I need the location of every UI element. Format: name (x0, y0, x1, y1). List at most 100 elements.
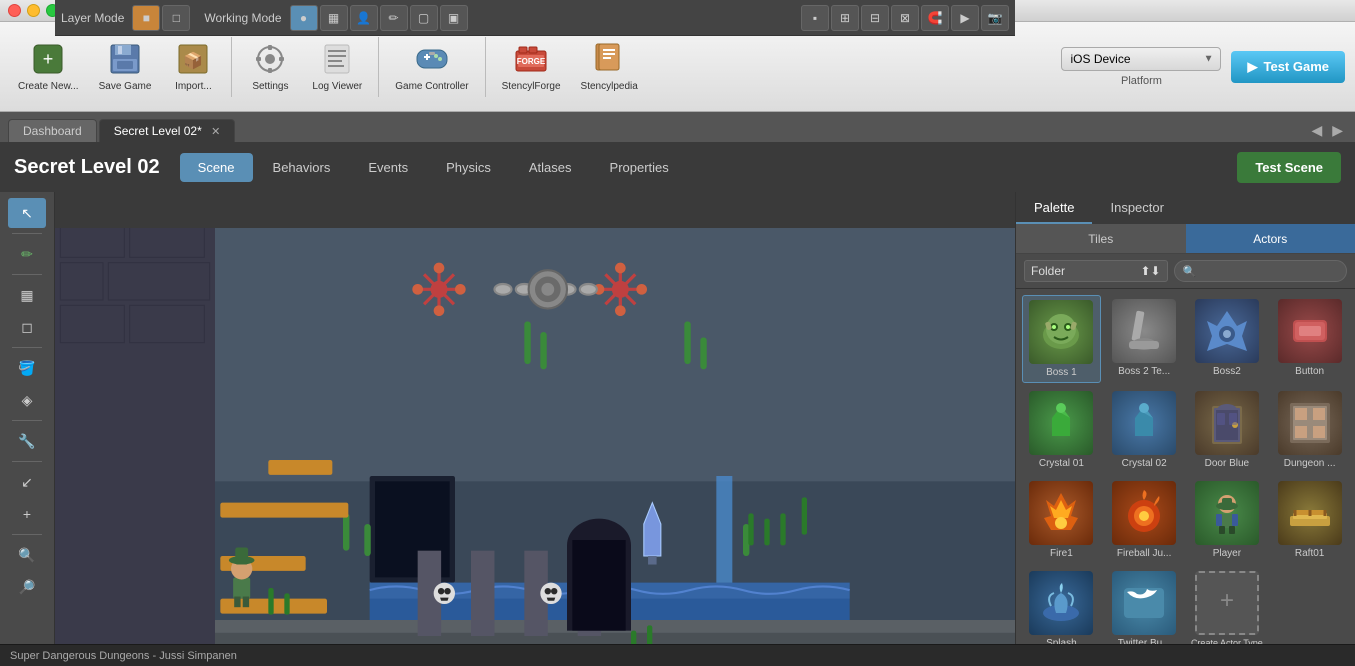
canvas-view-btn2[interactable]: ⊞ (831, 5, 859, 31)
canvas-view-btn3[interactable]: ⊟ (861, 5, 889, 31)
tab-prev-icon[interactable]: ◀ (1307, 122, 1326, 139)
tool-shape[interactable]: ◻ (8, 312, 46, 342)
tool-eraser[interactable]: ◈ (8, 385, 46, 415)
layer-mode-buttons: ■ □ (132, 5, 190, 31)
svg-text:FORGE: FORGE (517, 57, 546, 66)
search-input[interactable] (1200, 264, 1280, 278)
panel-tab-palette[interactable]: Palette (1016, 192, 1092, 224)
settings-label: Settings (252, 81, 288, 92)
game-controller-label: Game Controller (395, 81, 468, 92)
close-button[interactable] (8, 4, 21, 17)
canvas-cam-btn[interactable]: 📷 (981, 5, 1009, 31)
toolbar-sep-2 (378, 37, 379, 97)
tab-secret-level[interactable]: Secret Level 02* ✕ (99, 119, 236, 142)
actor-item-fireball[interactable]: Fireball Ju... (1105, 477, 1184, 563)
actor-thumb-crystal01 (1029, 391, 1093, 455)
scene-title: Secret Level 02 (14, 156, 160, 179)
test-game-button[interactable]: ▶ Test Game (1231, 51, 1345, 83)
settings-button[interactable]: Settings (240, 37, 300, 96)
stencylforge-label: StencylForge (502, 81, 561, 92)
wm-btn-circle[interactable]: ● (290, 5, 318, 31)
tool-zoom-out[interactable]: 🔎 (8, 572, 46, 602)
canvas-view-btn1[interactable]: ▪ (801, 5, 829, 31)
scene-tab-scene[interactable]: Scene (180, 153, 253, 182)
right-panel: Palette Inspector Tiles Actors Folder ⬆⬇… (1015, 192, 1355, 644)
tool-wand[interactable]: 🔧 (8, 426, 46, 456)
test-game-label: Test Game (1263, 59, 1329, 74)
actor-item-button[interactable]: Button (1270, 295, 1349, 383)
actor-item-boss1[interactable]: Boss 1 (1022, 295, 1101, 383)
tool-arrow-down[interactable]: ↙ (8, 467, 46, 497)
actor-thumb-boss1 (1029, 300, 1093, 364)
actor-item-splash[interactable]: Splash (1022, 567, 1101, 644)
tool-zoom-in[interactable]: 🔍 (8, 540, 46, 570)
actor-item-twitter[interactable]: Twitter Bu... (1105, 567, 1184, 644)
actor-name-dungeon: Dungeon ... (1284, 458, 1336, 469)
canvas-view-btn4[interactable]: ⊠ (891, 5, 919, 31)
actor-item-player[interactable]: Player (1188, 477, 1267, 563)
toolbar-sep-1 (231, 37, 232, 97)
actor-item-door-blue[interactable]: Door Blue (1188, 387, 1267, 473)
actor-item-boss2[interactable]: Boss2 (1188, 295, 1267, 383)
tab-close-icon[interactable]: ✕ (211, 126, 220, 138)
canvas-area[interactable] (55, 228, 1015, 644)
scene-tab-atlases[interactable]: Atlases (511, 153, 590, 182)
game-controller-button[interactable]: Game Controller (387, 37, 476, 96)
wm-btn-person[interactable]: 👤 (350, 5, 378, 31)
scene-tab-properties[interactable]: Properties (592, 153, 687, 182)
scene-tab-events[interactable]: Events (350, 153, 426, 182)
log-viewer-button[interactable]: Log Viewer (304, 37, 370, 96)
lt-divider-4 (12, 420, 42, 421)
panel-tab-inspector[interactable]: Inspector (1092, 192, 1181, 224)
canvas-magnet-btn[interactable]: 🧲 (921, 5, 949, 31)
stencylforge-button[interactable]: FORGE StencylForge (494, 37, 569, 96)
sub-tab-tiles[interactable]: Tiles (1016, 224, 1186, 253)
layer-btn-outline[interactable]: □ (162, 5, 190, 31)
actor-item-crystal02[interactable]: Crystal 02 (1105, 387, 1184, 473)
wm-btn-box1[interactable]: ▢ (410, 5, 438, 31)
tab-next-icon[interactable]: ▶ (1328, 122, 1347, 139)
actor-item-create[interactable]: + Create Actor Type (1188, 567, 1267, 644)
actor-name-raft01: Raft01 (1295, 548, 1324, 559)
actor-item-boss2te[interactable]: Boss 2 Te... (1105, 295, 1184, 383)
scene-tab-behaviors[interactable]: Behaviors (255, 153, 349, 182)
canvas-right-controls: ▪ ⊞ ⊟ ⊠ 🧲 ▶ 📷 (801, 5, 1009, 31)
status-bar: Super Dangerous Dungeons - Jussi Simpane… (0, 644, 1355, 666)
tool-pencil[interactable]: ✏ (8, 239, 46, 269)
save-game-button[interactable]: Save Game (91, 37, 160, 96)
platform-select[interactable]: iOS Device Android Flash Windows Mac Lin… (1061, 47, 1221, 71)
wm-btn-grid[interactable]: ▦ (320, 5, 348, 31)
scene-header: Secret Level 02 Scene Behaviors Events P… (0, 142, 1355, 192)
actor-item-fire1[interactable]: Fire1 (1022, 477, 1101, 563)
import-button[interactable]: 📦 Import... (163, 37, 223, 96)
folder-select[interactable]: Folder ⬆⬇ (1024, 260, 1168, 282)
actor-thumb-fire1 (1029, 481, 1093, 545)
minimize-button[interactable] (27, 4, 40, 17)
canvas-toolbar: Layer Mode ■ □ Working Mode ● ▦ 👤 ✏ ▢ ▣ … (55, 0, 1015, 36)
scene-tab-physics-label: Physics (446, 160, 491, 175)
create-new-button[interactable]: + Create New... (10, 37, 87, 96)
tool-plus[interactable]: + (8, 499, 46, 529)
tab-dashboard[interactable]: Dashboard (8, 119, 97, 142)
layer-btn-solid[interactable]: ■ (132, 5, 160, 31)
wm-btn-box2[interactable]: ▣ (440, 5, 468, 31)
stencylpedia-button[interactable]: Stencylpedia (573, 37, 646, 96)
left-toolbar: ↖ ✏ ▦ ◻ 🪣 ◈ 🔧 ↙ + 🔍 🔎 (0, 192, 55, 644)
canvas-play-btn[interactable]: ▶ (951, 5, 979, 31)
tool-bucket[interactable]: 🪣 (8, 353, 46, 383)
wm-btn-pencil[interactable]: ✏ (380, 5, 408, 31)
actor-item-raft01[interactable]: Raft01 (1270, 477, 1349, 563)
scene-tab-physics[interactable]: Physics (428, 153, 509, 182)
test-scene-button[interactable]: Test Scene (1237, 152, 1341, 183)
tool-grid[interactable]: ▦ (8, 280, 46, 310)
panel-tab-palette-label: Palette (1034, 200, 1074, 215)
actor-thumb-splash (1029, 571, 1093, 635)
tool-select[interactable]: ↖ (8, 198, 46, 228)
lt-divider-2 (12, 274, 42, 275)
actor-thumb-raft01 (1278, 481, 1342, 545)
actor-item-dungeon[interactable]: Dungeon ... (1270, 387, 1349, 473)
actor-item-crystal01[interactable]: Crystal 01 (1022, 387, 1101, 473)
sub-tab-actors[interactable]: Actors (1186, 224, 1355, 253)
actor-name-create: Create Actor Type (1191, 638, 1263, 644)
search-box[interactable]: 🔍 (1174, 260, 1347, 282)
